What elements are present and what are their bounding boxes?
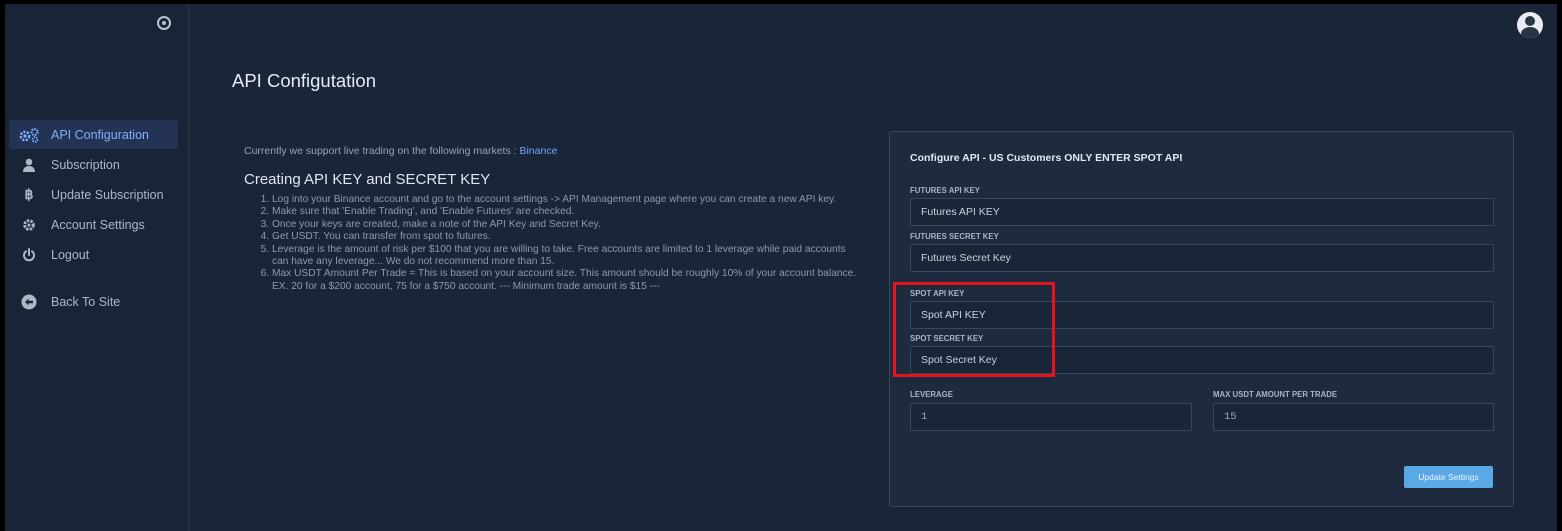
- support-line: Currently we support live trading on the…: [244, 145, 864, 157]
- list-item: Max USDT Amount Per Trade = This is base…: [272, 268, 864, 293]
- spot-api-key-input[interactable]: [910, 301, 1494, 329]
- market-link[interactable]: Binance: [519, 145, 557, 157]
- power-icon: [17, 247, 41, 262]
- spot-secret-key-label: SPOT SECRET KEY: [910, 334, 984, 343]
- spot-api-key-label: SPOT API KEY: [910, 289, 965, 298]
- leverage-input[interactable]: [910, 403, 1192, 431]
- sidebar-item-subscription[interactable]: Subscription: [9, 150, 178, 179]
- list-item: Once your keys are created, make a note …: [272, 219, 864, 231]
- sidebar-item-label: Account Settings: [51, 217, 145, 232]
- sidebar: API Configuration Subscription ฿ Update …: [5, 4, 189, 531]
- update-settings-button[interactable]: Update Settings: [1404, 466, 1493, 488]
- card-title: Configure API - US Customers ONLY ENTER …: [910, 152, 1183, 164]
- sidebar-item-label: Update Subscription: [51, 187, 164, 202]
- arrow-left-circle-icon: [17, 294, 41, 310]
- list-item: Make sure that 'Enable Trading', and 'En…: [272, 206, 864, 218]
- steps-list: Log into your Binance account and go to …: [244, 194, 864, 293]
- bitcoin-icon: ฿: [24, 186, 34, 202]
- sidebar-item-label: API Configuration: [51, 127, 149, 142]
- max-usdt-label: MAX USDT AMOUNT PER TRADE: [1213, 390, 1338, 399]
- list-item: Leverage is the amount of risk per $100 …: [272, 244, 864, 269]
- gear-icon: [17, 218, 41, 232]
- sidebar-item-update-subscription[interactable]: ฿ Update Subscription: [9, 180, 178, 209]
- futures-secret-key-label: FUTURES SECRET KEY: [910, 232, 999, 241]
- list-item: Get USDT. You can transfer from spot to …: [272, 231, 864, 243]
- sidebar-item-back-to-site[interactable]: Back To Site: [9, 287, 178, 316]
- futures-api-key-label: FUTURES API KEY: [910, 186, 980, 195]
- sidebar-item-label: Logout: [51, 247, 90, 262]
- user-avatar-icon[interactable]: [1517, 12, 1543, 38]
- list-item: Log into your Binance account and go to …: [272, 194, 864, 206]
- leverage-label: LEVERAGE: [910, 390, 953, 399]
- gears-icon: [17, 127, 41, 143]
- user-icon: [17, 158, 41, 172]
- sidebar-item-logout[interactable]: Logout: [9, 240, 178, 269]
- app-frame: API Configuration Subscription ฿ Update …: [5, 4, 1557, 531]
- sidebar-item-api-configuration[interactable]: API Configuration: [9, 120, 178, 149]
- section-heading: Creating API KEY and SECRET KEY: [244, 171, 491, 188]
- futures-api-key-input[interactable]: [910, 198, 1494, 226]
- support-prefix: Currently we support live trading on the…: [244, 145, 520, 157]
- sidebar-item-label: Subscription: [51, 157, 120, 172]
- sidebar-item-account-settings[interactable]: Account Settings: [9, 210, 178, 239]
- max-usdt-input[interactable]: [1213, 403, 1494, 431]
- radio-circle-icon[interactable]: [157, 16, 171, 30]
- page-title: API Configutation: [232, 70, 376, 91]
- instructions-panel: Currently we support live trading on the…: [244, 145, 864, 293]
- futures-secret-key-input[interactable]: [910, 244, 1494, 272]
- spot-secret-key-input[interactable]: [910, 346, 1494, 374]
- sidebar-item-label: Back To Site: [51, 294, 121, 309]
- configure-api-card: Configure API - US Customers ONLY ENTER …: [889, 131, 1514, 507]
